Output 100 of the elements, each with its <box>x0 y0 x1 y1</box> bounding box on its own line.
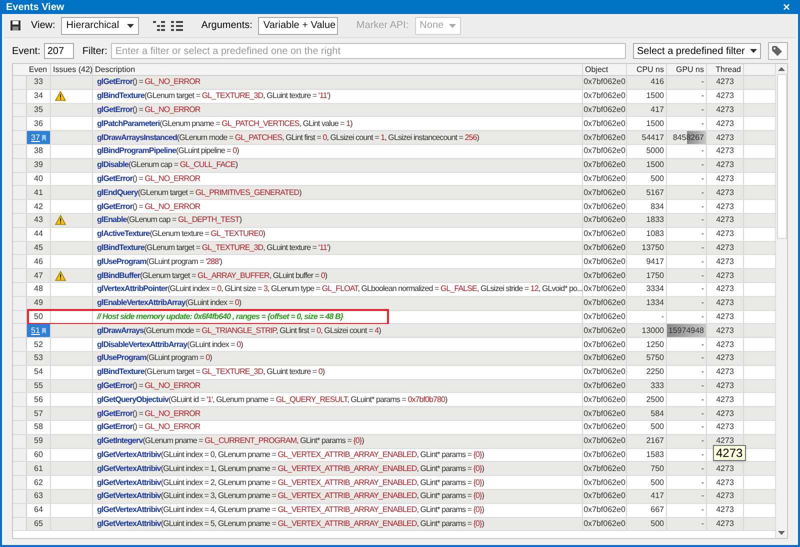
row-header[interactable] <box>13 476 27 489</box>
event-number[interactable]: 53 <box>34 352 43 364</box>
table-row[interactable]: 42 glGetError() = GL_NO_ERROR 0x7bf062e0 834 - 4273 <box>13 200 775 214</box>
row-header[interactable] <box>13 504 27 516</box>
table-row[interactable]: 53 glUseProgram(GLuint program = 0) 0x7bf062e0 5750 - 4273 <box>13 352 775 366</box>
event-number[interactable]: 41 <box>34 186 43 199</box>
row-header[interactable] <box>13 90 27 103</box>
row-header[interactable] <box>13 214 27 227</box>
table-row[interactable]: 52 glDisableVertexAttribArray(GLuint index = 0) 0x7bf062e0 1250 - 4273 <box>13 338 775 352</box>
save-icon[interactable] <box>10 20 21 31</box>
event-number[interactable]: 33 <box>34 76 43 88</box>
row-header[interactable] <box>13 434 27 448</box>
table-row[interactable]: 57 glGetError() = GL_NO_ERROR 0x7bf062e0 584 - 4273 <box>13 407 775 421</box>
predefined-filter-dropdown[interactable]: Select a predefined filter <box>633 43 761 59</box>
table-row[interactable]: 39 glDisable(GLenum cap = GL_CULL_FACE) 0x7bf062e0 1500 - 4273 <box>13 158 775 173</box>
event-number[interactable]: 45 <box>34 242 43 254</box>
event-number[interactable]: 36 <box>34 118 43 130</box>
table-row[interactable]: 44 glActiveTexture(GLenum texture = GL_TEXTURE0) 0x7bf062e0 1083 - 4273 <box>13 228 775 242</box>
row-header[interactable] <box>13 296 27 310</box>
event-number[interactable]: 38 <box>34 145 43 158</box>
row-header[interactable] <box>13 518 27 530</box>
table-row[interactable]: 34 glBindTexture(GLenum target = GL_TEXTURE_3D, GLuint texture = '11') 0x7bf062e0 1500 - 4273 <box>13 90 775 104</box>
close-button[interactable]: × <box>778 1 794 13</box>
row-header[interactable] <box>13 490 27 503</box>
table-row[interactable]: 45 glBindTexture(GLenum target = GL_TEXTURE_3D, GLuint texture = '11') 0x7bf062e0 13750 - 4273 <box>13 242 775 256</box>
row-header[interactable] <box>13 117 27 130</box>
table-row[interactable]: 40 glGetError() = GL_NO_ERROR 0x7bf062e0 500 - 4273 <box>13 172 775 186</box>
table-row[interactable]: 33 glGetError() = GL_NO_ERROR 0x7bf062e0 416 - 4273 <box>13 76 775 90</box>
table-row[interactable]: 65 glGetVertexAttribiv(GLuint index = 5, GLenum pname = GL_VERTEX_ATTRIB_ARRAY_ENABLED, GLint* params = {0}) 0x7bf062e0 500 - 4273 <box>13 518 775 532</box>
table-row[interactable]: 43 glEnable(GLenum cap = GL_DEPTH_TEST) 0x7bf062e0 1833 - 4273 <box>13 214 775 228</box>
table-row[interactable]: 48 glVertexAttribPointer(GLuint index = 0, GLint size = 3, GLenum type = GL_FLOAT, GLboolean normalized = GL_FALSE, GLsizei stride = 12, GLvoid* po...0x7bf062e0 3334 - 4273 <box>13 282 775 297</box>
event-number[interactable]: 57 <box>34 408 43 420</box>
expand-tree-icon[interactable] <box>153 20 166 30</box>
event-number[interactable]: 62 <box>34 476 43 488</box>
row-header[interactable] <box>13 310 27 324</box>
event-number[interactable]: 42 <box>34 200 43 213</box>
event-number[interactable]: 47 <box>34 270 43 282</box>
row-header[interactable] <box>13 407 27 420</box>
table-row[interactable]: 41 glEndQuery(GLenum target = GL_PRIMITIVES_GENERATED) 0x7bf062e0 5167 - 4273 <box>13 186 775 200</box>
table-row[interactable]: 46 glUseProgram(GLuint program = '288') 0x7bf062e0 9417 - 4273 <box>13 255 775 270</box>
event-number[interactable]: 49 <box>34 297 43 310</box>
event-number[interactable]: 64 <box>34 504 43 516</box>
table-row[interactable]: 55 glGetError() = GL_NO_ERROR 0x7bf062e0 333 - 4273 <box>13 380 775 394</box>
tag-button[interactable] <box>768 42 788 60</box>
event-number[interactable]: 35 <box>34 104 43 116</box>
table-row[interactable]: 59 glGetIntegerv(GLenum pname = GL_CURRENT_PROGRAM, GLint* params = {0}) 0x7bf062e0 2167 - 4273 <box>13 434 775 449</box>
row-header[interactable] <box>13 282 27 296</box>
table-row[interactable]: 51 glDrawArrays(GLenum mode = GL_TRIANGLE_STRIP, GLint first = 0, GLsizei count = 4) 0x7bf062e0 13000 15974948 4273 <box>13 324 775 338</box>
table-row[interactable]: 54 glBindTexture(GLenum target = GL_TEXTURE_3D, GLuint texture = 0) 0x7bf062e0 2250 - 4273 <box>13 366 775 380</box>
event-number[interactable]: 39 <box>34 159 43 172</box>
table-row[interactable]: 47 glBindBuffer(GLenum target = GL_ARRAY_BUFFER, GLuint buffer = 0) 0x7bf062e0 1750 - 4273 <box>13 269 775 283</box>
event-number[interactable]: 46 <box>34 256 43 268</box>
row-header[interactable] <box>13 200 27 213</box>
table-row[interactable]: 61 glGetVertexAttribiv(GLuint index = 1, GLenum pname = GL_VERTEX_ATTRIB_ARRAY_ENABLED, GLint* params = {0}) 0x7bf062e0 750 - 4273 <box>13 462 775 476</box>
row-header[interactable] <box>13 269 27 282</box>
row-header[interactable] <box>13 228 27 241</box>
event-number[interactable]: 55 <box>34 380 43 392</box>
row-header[interactable] <box>13 172 27 186</box>
row-header[interactable] <box>13 255 27 268</box>
event-number[interactable]: 63 <box>34 490 43 502</box>
row-header[interactable] <box>13 420 27 434</box>
table-row[interactable]: 62 glGetVertexAttribiv(GLuint index = 2, GLenum pname = GL_VERTEX_ATTRIB_ARRAY_ENABLED, GLint* params = {0}) 0x7bf062e0 500 - 4273 <box>13 476 775 490</box>
row-header[interactable] <box>13 338 27 351</box>
row-header[interactable] <box>13 131 27 144</box>
row-header[interactable] <box>13 380 27 392</box>
arguments-dropdown[interactable]: Variable + Value <box>258 16 338 34</box>
table-row[interactable]: 37 glDrawArraysInstanced(GLenum mode = GL_PATCHES, GLint first = 0, GLsizei count = 1, GLsizei instancecount = 256) 0x7bf062e0 54417 8458267 4273 <box>13 131 775 145</box>
event-number[interactable]: 48 <box>34 283 43 296</box>
event-number[interactable]: 34 <box>34 90 43 102</box>
row-header[interactable] <box>13 366 27 379</box>
event-number[interactable]: 52 <box>34 338 43 351</box>
table-row[interactable]: 64 glGetVertexAttribiv(GLuint index = 4, GLenum pname = GL_VERTEX_ATTRIB_ARRAY_ENABLED, GLint* params = {0}) 0x7bf062e0 667 - 4273 <box>13 504 775 518</box>
row-header[interactable] <box>13 324 27 338</box>
row-header[interactable] <box>13 352 27 365</box>
event-number[interactable]: 58 <box>34 421 43 434</box>
row-header[interactable] <box>13 448 27 462</box>
collapse-tree-icon[interactable] <box>171 20 184 30</box>
row-header[interactable] <box>13 158 27 172</box>
row-header[interactable] <box>13 393 27 406</box>
view-dropdown[interactable]: Hierarchical <box>61 16 140 34</box>
table-row[interactable]: 56 glGetQueryObjectuiv(GLuint id = '1', GLenum pname = GL_QUERY_RESULT, GLuint* params = 0x7bf0b780) 0x7bf062e0 2500 - 4273 <box>13 393 775 408</box>
row-header[interactable] <box>13 144 27 158</box>
event-number[interactable]: 40 <box>34 172 43 185</box>
table-row[interactable]: 63 glGetVertexAttribiv(GLuint index = 3, GLenum pname = GL_VERTEX_ATTRIB_ARRAY_ENABLED, GLint* params = {0}) 0x7bf062e0 417 - 4273 <box>13 490 775 504</box>
scroll-thumb[interactable] <box>776 74 786 239</box>
row-header[interactable] <box>13 462 27 476</box>
event-number[interactable]: 43 <box>34 214 43 226</box>
table-row[interactable]: 35 glGetError() = GL_NO_ERROR 0x7bf062e0 417 - 4273 <box>13 104 775 118</box>
event-number[interactable]: 65 <box>34 518 43 530</box>
row-header[interactable] <box>13 186 27 200</box>
scrollbar[interactable] <box>775 64 787 538</box>
event-number[interactable]: 59 <box>34 435 43 448</box>
table-row[interactable]: 36 glPatchParameteri(GLenum pname = GL_PATCH_VERTICES, GLint value = 1) 0x7bf062e0 1500 - 4273 <box>13 117 775 132</box>
row-header[interactable] <box>13 104 27 116</box>
event-number[interactable]: 61 <box>34 462 43 475</box>
table-row[interactable]: 38 glBindProgramPipeline(GLuint pipeline = 0) 0x7bf062e0 5000 - 4273 <box>13 144 775 159</box>
row-header[interactable] <box>13 242 27 254</box>
table-row[interactable]: 58 glGetError() = GL_NO_ERROR 0x7bf062e0 500 - 4273 <box>13 420 775 435</box>
event-number[interactable]: 60 <box>34 448 43 461</box>
event-number[interactable]: 54 <box>34 366 43 378</box>
